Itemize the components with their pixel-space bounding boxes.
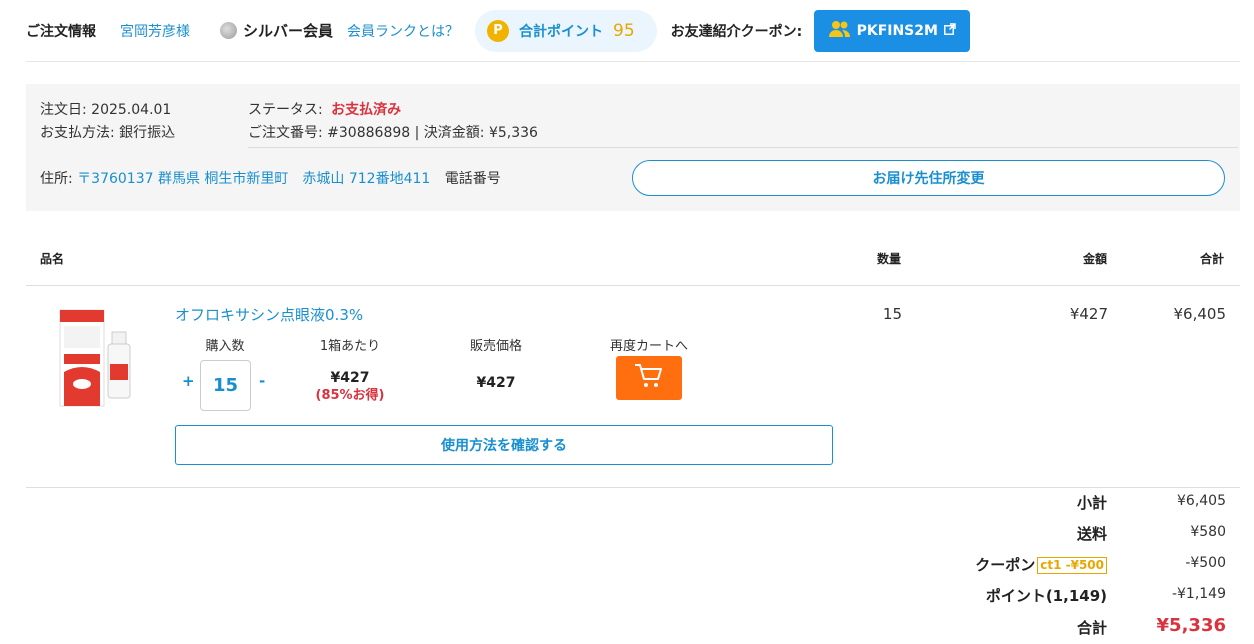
quantity-stepper[interactable]: 15 [200, 360, 251, 411]
shipping-value: ¥580 [1190, 524, 1226, 540]
subtotal-label: 小計 [1076, 494, 1107, 512]
cart-icon [634, 363, 664, 393]
divider [248, 147, 1238, 148]
points-badge: P 合計ポイント 95 [475, 9, 657, 52]
order-number-label: ご注文番号: [248, 125, 323, 141]
coupon-tag: ct1 -¥500 [1037, 557, 1107, 574]
separator: | [414, 125, 420, 141]
sale-column-label: 販売価格 [469, 339, 522, 354]
col-header-name: 品名 [40, 252, 65, 266]
points-label: 合計ポイント [519, 23, 604, 40]
divider [26, 487, 1240, 488]
coupon-code: PKFINS2M [856, 22, 938, 39]
order-date-label: 注文日: [40, 102, 87, 118]
total-value: ¥5,336 [1156, 615, 1226, 636]
line-total: ¥6,405 [1173, 305, 1227, 323]
cart-column-label: 再度カートへ [609, 339, 688, 354]
order-info-box: 注文日: 2025.04.01 ステータス: お支払済み お支払方法: 銀行振込… [26, 84, 1240, 211]
phone-label: 電話番号 [444, 171, 501, 187]
product-name-link[interactable]: オフロキサシン点眼液0.3% [175, 304, 363, 325]
customer-name-link[interactable]: 宮岡芳彦様 [120, 21, 190, 41]
payment-method-label: お支払方法: [40, 125, 115, 141]
add-to-cart-button[interactable] [616, 356, 682, 400]
shipping-address: 住所: 〒3760137 群馬県 桐生市新里町 赤城山 712番地411 電話番… [40, 168, 501, 188]
coupon-discount-value: -¥500 [1185, 555, 1226, 571]
qty-column-label: 購入数 [205, 339, 245, 354]
payment-method-value: 銀行振込 [119, 125, 176, 141]
coupon-discount-label: クーポン [975, 556, 1036, 574]
line-price: ¥427 [1069, 305, 1108, 323]
payment-method: お支払方法: 銀行振込 [40, 122, 175, 142]
line-qty: 15 [882, 305, 902, 323]
settled-amount-value: ¥5,336 [488, 125, 538, 141]
sale-price: ¥427 [476, 375, 516, 391]
qty-decrement-button[interactable]: - [259, 372, 265, 390]
qty-increment-button[interactable]: + [182, 372, 195, 390]
divider [26, 285, 1240, 286]
friend-coupon-label: お友達紹介クーポン: [670, 23, 803, 40]
external-link-icon [943, 22, 956, 39]
discount-badge: (85%お得) [315, 388, 385, 403]
product-image [52, 302, 140, 412]
col-header-total: 合計 [1200, 252, 1225, 266]
points-discount-value: -¥1,149 [1171, 586, 1226, 602]
points-value: 95 [613, 20, 635, 41]
points-icon: P [487, 19, 510, 42]
col-header-price: 金額 [1083, 252, 1108, 266]
status-badge: お支払済み [331, 102, 402, 118]
unit-column-label: 1箱あたり [319, 339, 381, 354]
order-number: ご注文番号: #30886898 | 決済金額: ¥5,336 [248, 122, 538, 142]
friend-coupon-button[interactable]: PKFINS2M [814, 9, 971, 52]
member-rank: シルバー会員 [243, 22, 334, 40]
total-label: 合計 [1076, 619, 1107, 637]
coupon-discount-row: クーポン ct1 -¥500 [975, 554, 1107, 575]
usage-info-button[interactable]: 使用方法を確認する [175, 425, 833, 465]
col-header-qty: 数量 [877, 252, 902, 266]
subtotal-value: ¥6,405 [1177, 493, 1226, 509]
change-address-button[interactable]: お届け先住所変更 [632, 160, 1225, 196]
order-header: ご注文情報 宮岡芳彦様 シルバー会員 会員ランクとは？ P 合計ポイント 95 … [26, 0, 1240, 62]
points-discount-label: ポイント(1,149) [985, 587, 1107, 605]
order-number-value: #30886898 [327, 125, 411, 141]
address-value: 〒3760137 群馬県 桐生市新里町 赤城山 712番地411 [77, 171, 431, 187]
order-date-value: 2025.04.01 [91, 102, 172, 118]
order-date: 注文日: 2025.04.01 [40, 99, 171, 119]
order-status: ステータス: お支払済み [248, 99, 401, 119]
users-icon [828, 20, 851, 42]
silver-rank-icon [220, 22, 237, 39]
settled-amount-label: 決済金額: [423, 125, 485, 141]
address-label: 住所: [40, 171, 73, 187]
shipping-label: 送料 [1076, 525, 1107, 543]
page-title: ご注文情報 [26, 23, 96, 40]
rank-info-link[interactable]: 会員ランクとは？ [347, 21, 459, 41]
status-label: ステータス: [248, 102, 323, 118]
